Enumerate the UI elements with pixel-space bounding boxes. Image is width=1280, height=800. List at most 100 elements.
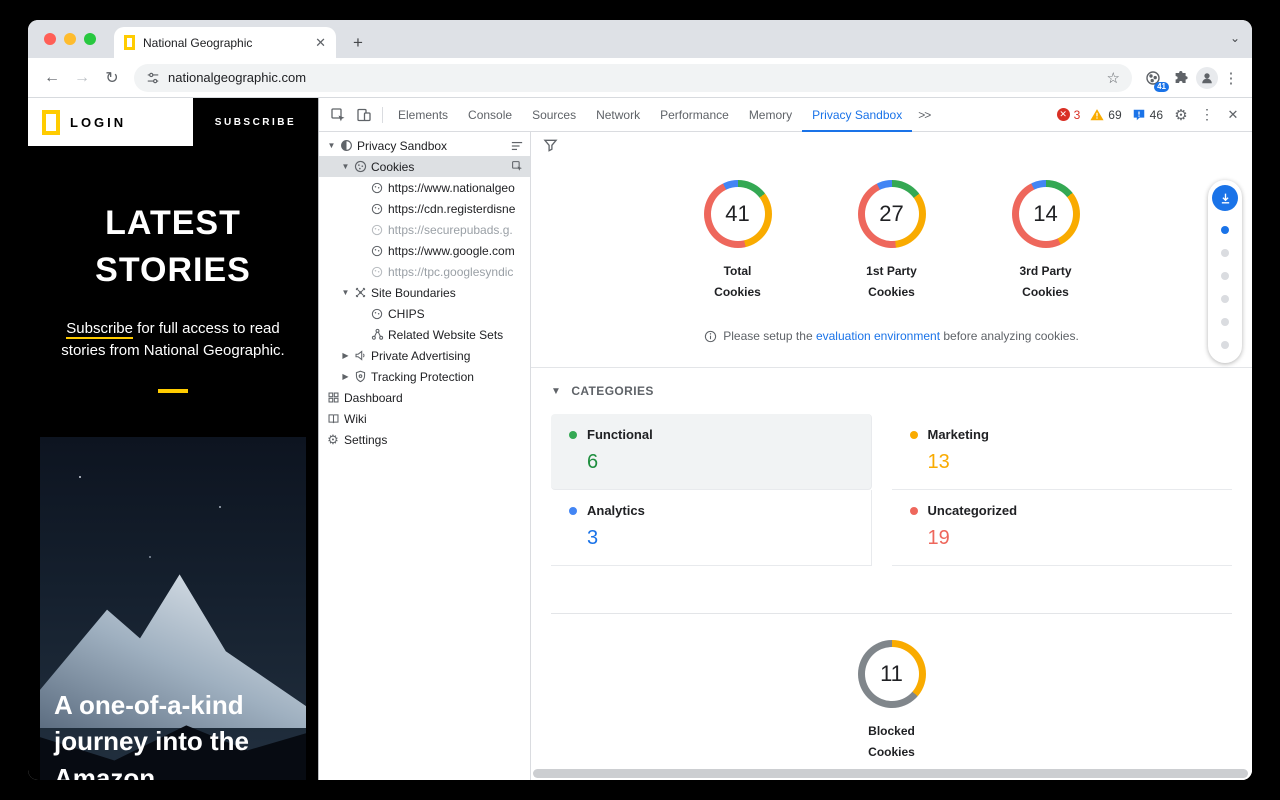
new-tab-button[interactable]: + [346,34,370,51]
donut-value: 11 [880,661,903,687]
expander-open-icon[interactable]: ▼ [339,288,352,297]
tree-item-url[interactable]: https://www.google.com [319,240,530,261]
inspect-element-icon[interactable] [325,102,351,128]
download-report-button[interactable] [1212,185,1238,211]
nav-dot-active[interactable] [1221,226,1229,234]
tab-console[interactable]: Console [458,98,522,132]
expander-collapsed-icon[interactable]: ▶ [339,372,352,381]
bookmark-star-icon[interactable]: ☆ [1107,69,1120,87]
inspect-target-icon[interactable] [511,160,526,173]
site-settings-icon[interactable] [146,71,160,85]
nav-dot[interactable] [1221,341,1229,349]
devtools-close-icon[interactable]: ✕ [1220,102,1246,128]
extensions-puzzle-icon[interactable] [1168,65,1194,91]
tab-memory[interactable]: Memory [739,98,802,132]
tab-elements[interactable]: Elements [388,98,458,132]
donut-value: 27 [879,201,903,227]
maximize-window-button[interactable] [84,33,96,45]
panel-scroll-area[interactable]: 41 Total Cookies 27 [531,158,1252,767]
tab-strip: National Geographic ✕ + ⌄ [28,20,1252,58]
window-controls [44,33,96,45]
browser-tab[interactable]: National Geographic ✕ [114,27,336,58]
profile-avatar[interactable] [1196,67,1218,89]
devtools-menu-icon[interactable]: ⋮ [1194,102,1220,128]
tree-item-wiki[interactable]: Wiki [319,408,530,429]
categories-grid: Functional 6 Marketing 13 [551,414,1232,566]
category-functional[interactable]: Functional 6 [551,414,872,490]
page-headline: LATEST STORIES [44,200,302,294]
subscribe-text-link[interactable]: Subscribe [66,320,133,339]
category-bullet [910,431,918,439]
category-bullet [569,431,577,439]
setup-info-message: Please setup the evaluation environment … [531,329,1252,343]
tree-item-private-advertising[interactable]: ▶ Private Advertising [319,345,530,366]
error-badge[interactable]: ✕ 3 [1057,108,1081,122]
story-card[interactable]: A one-of-a-kind journey into the Amazon [28,393,318,780]
scrollbar-thumb[interactable] [533,769,1248,778]
tree-item-related-website-sets[interactable]: Related Website Sets [319,324,530,345]
tree-item-cookies[interactable]: ▼ Cookies [319,156,530,177]
category-count: 19 [928,527,1215,550]
tree-item-tracking-protection[interactable]: ▶ Tracking Protection [319,366,530,387]
expander-open-icon[interactable]: ▼ [325,141,338,150]
minimize-window-button[interactable] [64,33,76,45]
nav-dot[interactable] [1221,318,1229,326]
cookie-icon [369,266,385,278]
tree-menu-icon[interactable] [510,140,526,152]
url-text[interactable]: nationalgeographic.com [168,70,306,85]
nav-dot[interactable] [1221,272,1229,280]
device-toolbar-icon[interactable] [351,102,377,128]
close-window-button[interactable] [44,33,56,45]
webpage-viewport: LOGIN SUBSCRIBE LATEST STORIES Subscribe… [28,98,318,780]
devtools-panel: Elements Console Sources Network Perform… [318,98,1252,780]
category-marketing[interactable]: Marketing 13 [892,414,1233,490]
category-uncategorized[interactable]: Uncategorized 19 [892,490,1233,566]
category-name: Marketing [928,427,989,442]
login-link[interactable]: LOGIN [70,115,126,130]
category-analytics[interactable]: Analytics 3 [551,490,872,566]
filter-funnel-icon[interactable] [543,138,558,152]
tab-search-chevron-icon[interactable]: ⌄ [1230,31,1240,45]
tree-item-url[interactable]: https://www.nationalgeo [319,177,530,198]
forward-button[interactable]: → [68,64,96,92]
expander-collapsed-icon[interactable]: ▶ [339,351,352,360]
tab-network[interactable]: Network [586,98,650,132]
tab-close-icon[interactable]: ✕ [315,35,326,51]
natgeo-logo[interactable] [42,110,60,135]
tree-item-settings[interactable]: ⚙ Settings [319,429,530,450]
address-bar[interactable]: nationalgeographic.com ☆ [134,64,1132,92]
tree-item-url[interactable]: https://tpc.googlesyndic [319,261,530,282]
nav-dot[interactable] [1221,295,1229,303]
expander-open-icon[interactable]: ▼ [339,162,352,171]
tree-item-dashboard[interactable]: Dashboard [319,387,530,408]
category-name: Uncategorized [928,503,1018,518]
reload-button[interactable]: ↻ [98,64,126,92]
more-tabs-icon[interactable]: >> [912,108,936,122]
tab-sources[interactable]: Sources [522,98,586,132]
warning-badge[interactable]: 69 [1090,108,1121,122]
back-button[interactable]: ← [38,64,66,92]
donut-chart: 41 [704,180,772,248]
tab-performance[interactable]: Performance [650,98,739,132]
browser-menu-icon[interactable]: ⋮ [1220,69,1242,87]
panel-toolbar [531,132,1252,158]
devtools-settings-icon[interactable]: ⚙ [1168,102,1194,128]
extension-badge: 41 [1154,82,1169,92]
horizontal-scrollbar[interactable] [531,767,1252,780]
story-title[interactable]: A one-of-a-kind journey into the Amazon [54,687,296,780]
category-bullet [910,507,918,515]
issues-icon [1132,108,1146,122]
tree-item-site-boundaries[interactable]: ▼ Site Boundaries [319,282,530,303]
tree-item-privacy-sandbox[interactable]: ▼ Privacy Sandbox [319,135,530,156]
category-bullet [569,507,577,515]
tab-privacy-sandbox[interactable]: Privacy Sandbox [802,98,912,132]
categories-header[interactable]: ▼ CATEGORIES [551,384,1232,398]
cookie-extension-button[interactable]: 41 [1140,65,1166,91]
issues-badge[interactable]: 46 [1132,108,1163,122]
subscribe-button[interactable]: SUBSCRIBE [193,98,318,146]
tree-item-url[interactable]: https://securepubads.g. [319,219,530,240]
tree-item-url[interactable]: https://cdn.registerdisne [319,198,530,219]
nav-dot[interactable] [1221,249,1229,257]
evaluation-environment-link[interactable]: evaluation environment [816,329,940,343]
tree-item-chips[interactable]: CHIPS [319,303,530,324]
